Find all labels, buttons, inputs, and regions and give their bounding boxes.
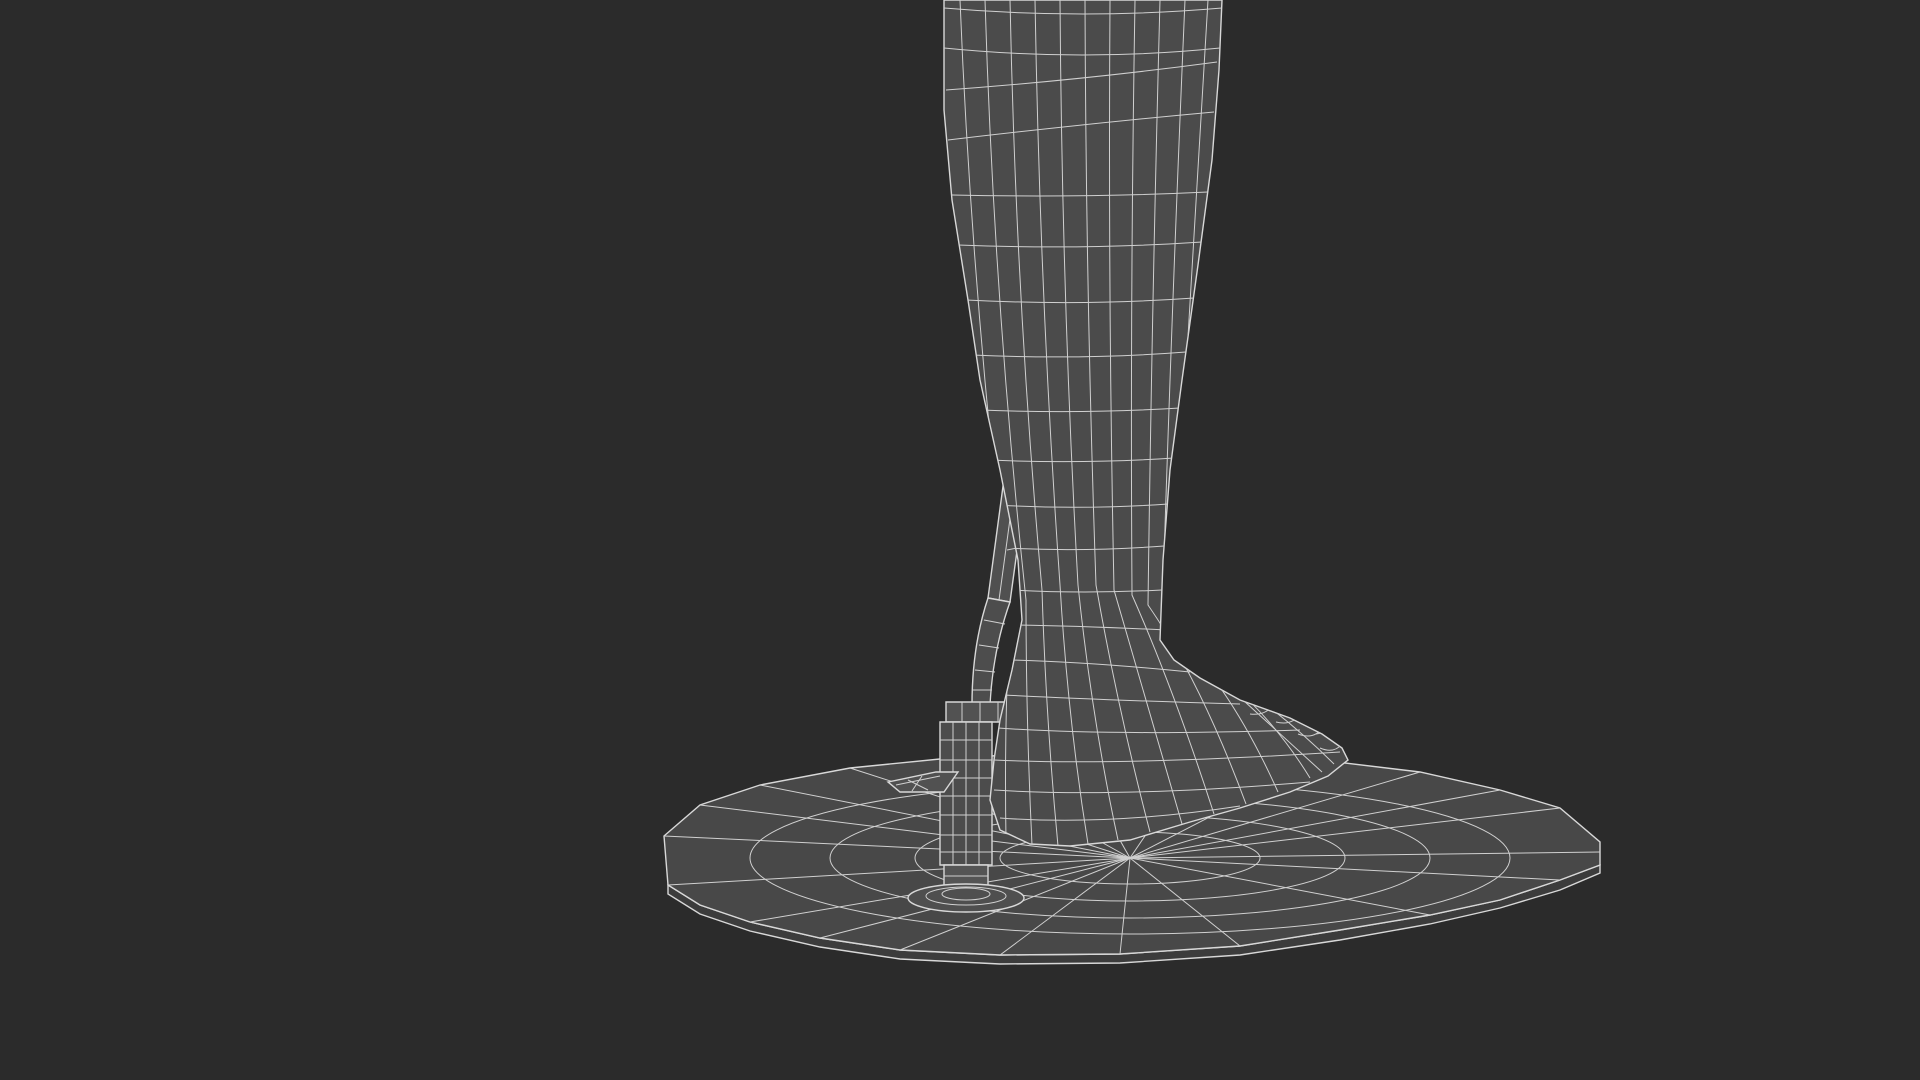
leg [943, 0, 1349, 847]
viewport [0, 0, 1920, 1080]
support-rod-bend [971, 597, 1011, 706]
leg-surface [943, 0, 1349, 847]
wireframe-scene [663, 0, 1601, 965]
